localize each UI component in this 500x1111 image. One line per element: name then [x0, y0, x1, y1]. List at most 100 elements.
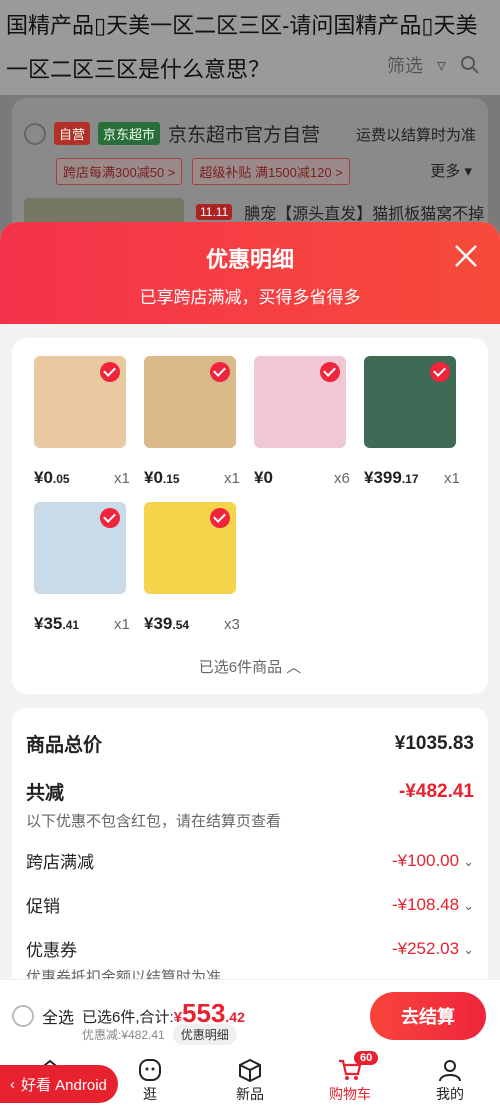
price-int: ¥0 [144, 468, 163, 487]
more-link[interactable]: 更多 ▾ [430, 160, 472, 181]
browse-face-icon [139, 1059, 161, 1081]
chevron-down-icon: ⌄ [463, 853, 474, 869]
coupon-value: -¥252.03 [391, 938, 460, 958]
double-11-badge: 11.11 [196, 204, 233, 220]
checked-icon [320, 362, 340, 382]
checked-icon [100, 362, 120, 382]
android-back-pill[interactable]: ‹ 好看 Android [0, 1065, 118, 1103]
tag-self-operated: 自营 [54, 122, 91, 145]
amount-dec: .42 [225, 1009, 245, 1025]
product-thumbnail [364, 356, 456, 448]
goods-total-row: 商品总价 ¥1035.83 [26, 730, 474, 757]
sheet-header: 优惠明细 已享跨店满减，买得多省得多 [0, 222, 500, 324]
list-item[interactable]: ¥35.41 x1 [34, 502, 134, 633]
checked-icon [100, 508, 120, 528]
reduce-note: 以下优惠不包含红包，请在结算页查看 [26, 813, 282, 830]
list-item[interactable]: ¥0 x6 [254, 356, 354, 487]
checkout-button[interactable]: 去结算 [370, 992, 486, 1040]
price-int: ¥399 [364, 468, 402, 487]
chevron-down-icon: ⌄ [463, 941, 474, 957]
cross-store-row[interactable]: 跨店满减 -¥100.00 ⌄ [26, 848, 474, 873]
nav-label: 逛 [143, 1086, 157, 1102]
nav-label: 新品 [236, 1086, 264, 1102]
nav-label: 我的 [436, 1086, 464, 1102]
android-pill-label: 好看 Android [21, 1076, 107, 1094]
price-int: ¥0 [34, 468, 53, 487]
list-item[interactable]: ¥399.17 x1 [364, 356, 464, 487]
selected-count-toggle[interactable]: 已选6件商品 ︿ [12, 656, 488, 677]
item-price: ¥39.54 [144, 614, 189, 634]
list-item[interactable]: ¥39.54 x3 [144, 502, 244, 633]
item-price: ¥0.05 [34, 468, 70, 488]
product-thumbnail [144, 356, 236, 448]
price-int: ¥39 [144, 614, 173, 633]
list-item[interactable]: ¥0.15 x1 [144, 356, 244, 487]
close-icon[interactable] [452, 242, 480, 270]
product-title: 腆宠【源头直发】猫抓板猫窝不掉 [244, 206, 485, 223]
goods-total-value: ¥1035.83 [394, 732, 474, 754]
item-qty: x6 [334, 470, 350, 487]
price-dec: .15 [162, 472, 180, 486]
product-thumbnail [254, 356, 346, 448]
promo-label: 促销 [26, 897, 60, 916]
coupon-value-wrap: -¥252.03 ⌄ [392, 939, 474, 959]
goods-total-label: 商品总价 [26, 735, 103, 756]
item-qty: x1 [224, 470, 240, 487]
item-qty: x3 [224, 616, 240, 633]
totals-card: 商品总价 ¥1035.83 共减 -¥482.41 以下优惠不包含红包，请在结算… [12, 708, 488, 1008]
chevron-left-icon: ‹ [10, 1075, 15, 1093]
reduce-value: -¥482.41 [398, 780, 474, 802]
more-label: 更多 [430, 163, 461, 180]
coupon-label: 优惠券 [26, 941, 77, 960]
promo-chips: 跨店每满300减50 > 超级补贴 满1500减120 > [56, 158, 350, 185]
cross-store-value: -¥100.00 [391, 850, 460, 870]
item-price: ¥35.41 [34, 614, 79, 634]
item-qty: x1 [114, 470, 130, 487]
cross-store-value-wrap: -¥100.00 ⌄ [392, 851, 474, 871]
checked-icon [430, 362, 450, 382]
discount-line: 优惠减:¥482.41 优惠明细 [82, 1024, 237, 1045]
item-price: ¥0 [254, 468, 273, 488]
price-dec: .54 [172, 618, 190, 632]
promo-chip-cross-store[interactable]: 跨店每满300减50 > [56, 158, 183, 185]
tag-jd-supermarket: 京东超市 [98, 122, 161, 145]
discount-text: 优惠减:¥482.41 [82, 1028, 165, 1042]
select-all[interactable]: 全选 [12, 1004, 74, 1028]
checked-icon [210, 362, 230, 382]
select-all-radio[interactable] [12, 1005, 34, 1027]
nav-item-new[interactable]: 新品 [200, 1051, 300, 1111]
coupon-row[interactable]: 优惠券 -¥252.03 ⌄ [26, 936, 474, 961]
shipping-note: 运费以结算时为准 [355, 127, 476, 144]
promo-value: -¥108.48 [391, 894, 460, 914]
shop-select-radio[interactable] [24, 122, 46, 145]
promo-value-wrap: -¥108.48 ⌄ [392, 895, 474, 915]
sheet-title: 优惠明细 [205, 247, 294, 272]
promo-chip-subsidy[interactable]: 超级补贴 满1500减120 > [192, 158, 350, 185]
item-price: ¥399.17 [364, 468, 419, 488]
product-thumbnail [34, 502, 126, 594]
discount-detail-button[interactable]: 优惠明细 [172, 1024, 237, 1045]
item-qty: x1 [444, 470, 460, 487]
nav-item-me[interactable]: 我的 [400, 1051, 500, 1111]
product-thumbnail [144, 502, 236, 594]
reduce-label: 共减 [26, 783, 65, 804]
price-dec: .05 [52, 472, 70, 486]
promo-row[interactable]: 促销 -¥108.48 ⌄ [26, 892, 474, 917]
list-item[interactable]: ¥0.05 x1 [34, 356, 134, 487]
item-qty: x1 [114, 616, 130, 633]
shop-name[interactable]: 京东超市官方自营 [168, 120, 320, 147]
chevron-down-icon: ⌄ [463, 897, 474, 913]
product-thumbnail [34, 356, 126, 448]
discount-detail-sheet: 优惠明细 已享跨店满减，买得多省得多 ¥0.05 x1 ¥0.15 x1 ¥0 … [0, 222, 500, 1111]
user-icon [439, 1060, 461, 1082]
price-dec: .17 [401, 472, 419, 486]
box-icon [239, 1058, 261, 1082]
shop-header: 自营 京东超市 京东超市官方自营 [24, 120, 320, 147]
nav-item-cart[interactable]: 购物车 60 [300, 1051, 400, 1111]
reduce-row: 共减 -¥482.41 [26, 778, 474, 805]
price-int: ¥0 [254, 468, 273, 487]
checkout-bar: 全选 已选6件,合计:¥553.42 优惠减:¥482.41 优惠明细 去结算 [0, 979, 500, 1051]
checked-icon [210, 508, 230, 528]
cart-count-badge: 60 [354, 1051, 379, 1065]
question-text: 国精产品▯天美一区二区三区-请问国精产品▯天美一区二区三区是什么意思？ [6, 13, 478, 82]
